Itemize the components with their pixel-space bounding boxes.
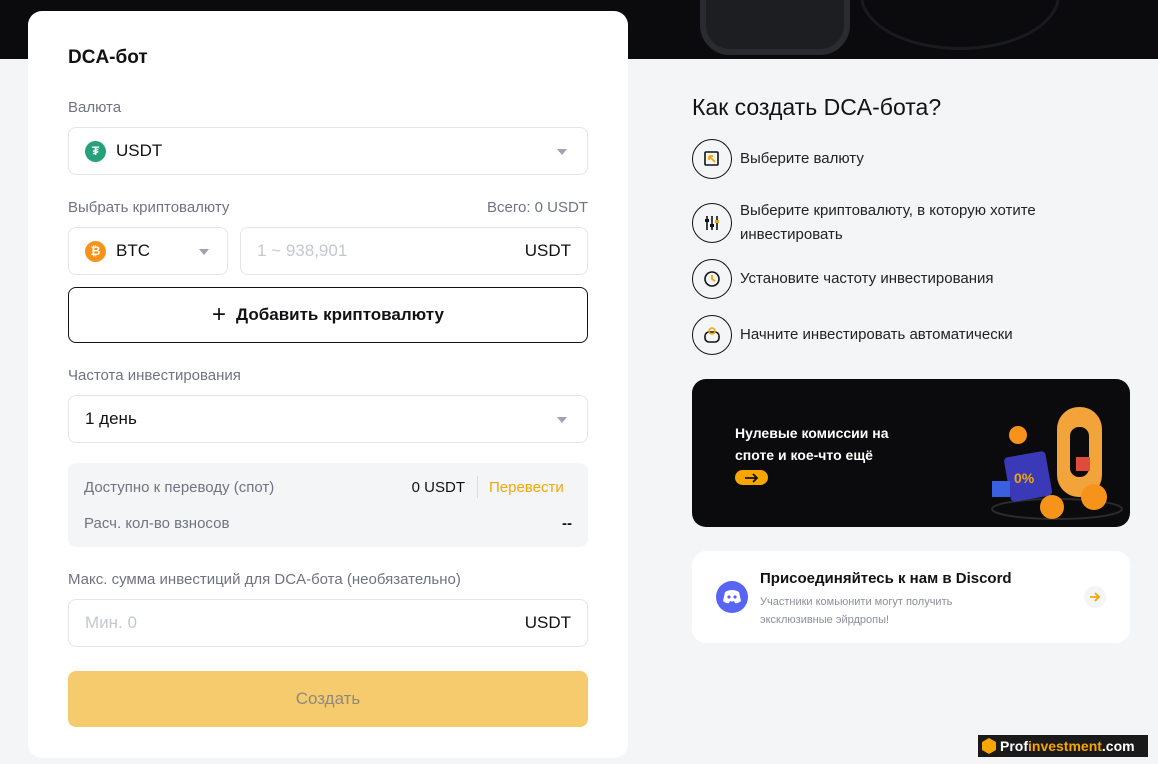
create-button[interactable]: Создать [68,671,588,727]
robot-icon [692,315,732,355]
available-label: Доступно к переводу (спот) [84,479,275,496]
chevron-down-icon [557,417,567,423]
form-title: DCA-бот [68,47,148,68]
max-amount-placeholder: Мин. 0 [85,613,137,632]
currency-label: Валюта [68,99,122,116]
contributions-value: -- [562,515,572,532]
sliders-icon [692,203,732,243]
divider [477,476,478,498]
crypto-value: BTC [116,241,150,260]
currency-value: USDT [116,141,163,160]
howto-title: Как создать DCA-бота? [692,94,942,120]
dca-bot-form-card: DCA-бот Валюта ₮ USDT Выбрать криптовалю… [28,11,628,758]
total-label: Всего: 0 USDT [486,199,588,216]
chevron-down-icon [199,249,209,255]
amount-input[interactable]: 1 ~ 938,901 USDT [240,227,588,275]
howto-step-3: Установите частоту инвестирования [692,259,994,299]
discord-title: Присоединяйтесь к нам в Discord [760,570,1012,587]
frequency-value: 1 день [85,409,137,428]
step-text: Начните инвестировать автоматически [740,326,1013,343]
watermark-text-3: .com [1101,738,1135,754]
discord-card[interactable]: Присоединяйтесь к нам в Discord Участник… [692,551,1130,643]
discord-subtitle: Участники комьюнити могут получить экскл… [760,596,953,626]
promo-badge: 0% [1014,470,1035,486]
currency-select[interactable]: ₮ USDT [68,127,588,175]
max-amount-unit: USDT [524,613,571,632]
plus-icon: + [212,301,227,328]
balance-info-box: Доступно к переводу (спот) 0 USDT Переве… [68,463,588,547]
promo-banner[interactable]: Нулевые комиссии на споте и кое-что ещё … [692,379,1130,527]
watermark-logo-icon [982,738,996,754]
banner-decor-shape [860,0,1060,50]
max-amount-label: Макс. сумма инвестиций для DCA-бота (нео… [68,571,461,588]
step-text: Выберите криптовалюту, в которую хотите … [740,202,1036,243]
available-value: 0 USDT [411,479,465,496]
max-amount-input[interactable]: Мин. 0 USDT [68,599,588,647]
crypto-select[interactable]: ₿ BTC [68,227,228,275]
amount-placeholder: 1 ~ 938,901 [257,241,348,260]
howto-step-2: Выберите криптовалюту, в которую хотите … [692,199,1112,247]
watermark-text-1: Prof [1000,738,1028,754]
watermark-text-2: investment [1028,738,1102,754]
step-text: Выберите валюту [740,150,864,167]
chevron-down-icon [557,149,567,155]
arrow-right-icon[interactable] [735,470,768,485]
arrow-right-icon[interactable] [1084,586,1106,608]
contributions-label: Расч. кол-во взносов [84,515,230,532]
tether-icon: ₮ [85,140,106,162]
amount-unit: USDT [524,241,571,260]
add-crypto-button[interactable]: + Добавить криптовалюту [68,287,588,343]
frequency-label: Частота инвестирования [68,367,241,384]
watermark: Prof investment .com [978,735,1148,757]
add-crypto-label: Добавить криптовалюту [236,305,444,324]
clock-icon [692,259,732,299]
howto-step-1: Выберите валюту [692,139,864,179]
banner-robot-shape [700,0,850,55]
promo-text: Нулевые комиссии на споте и кое-что ещё [735,425,889,463]
select-currency-icon [692,139,732,179]
zero-fee-illustration: 0% [972,379,1130,527]
frequency-select[interactable]: 1 день [68,395,588,443]
howto-step-4: Начните инвестировать автоматически [692,315,1013,355]
bitcoin-icon: ₿ [85,240,106,262]
step-text: Установите частоту инвестирования [740,270,994,287]
transfer-link[interactable]: Перевести [489,479,564,496]
discord-icon [716,581,748,613]
crypto-label: Выбрать криптовалюту [68,199,230,216]
